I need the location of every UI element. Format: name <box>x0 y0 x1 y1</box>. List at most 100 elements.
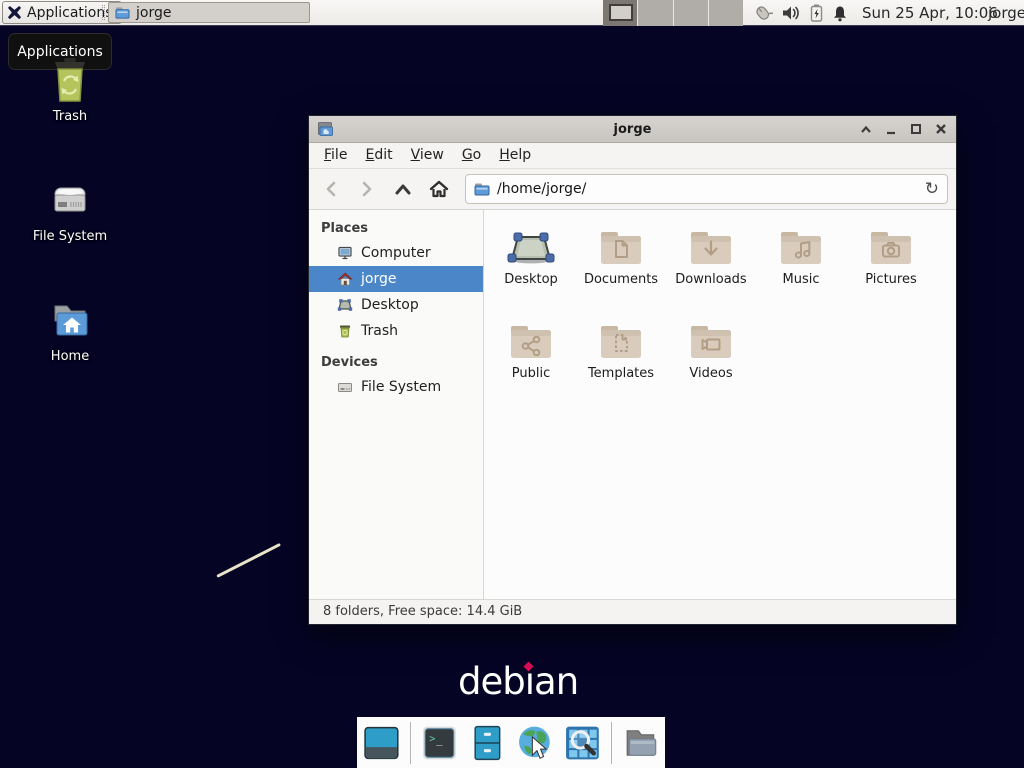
desktop-icon-trash[interactable]: Trash <box>25 56 115 124</box>
sidebar-item-label: Desktop <box>361 297 419 313</box>
panel-clock[interactable]: Sun 25 Apr, 10:06 <box>862 0 998 26</box>
applications-menu-label: Applications <box>27 5 113 21</box>
toolbar: /home/jorge/ ↻ <box>309 169 956 210</box>
menu-edit[interactable]: Edit <box>356 143 401 168</box>
debian-logo-text: an <box>534 660 578 703</box>
desktop-small-icon <box>337 297 353 313</box>
file-item-pictures[interactable]: Pictures <box>846 228 936 322</box>
desktop-icon-label: Trash <box>25 109 115 124</box>
menu-go[interactable]: Go <box>453 143 490 168</box>
file-item-videos[interactable]: Videos <box>666 322 756 416</box>
debian-logo-text: deb <box>458 660 525 703</box>
titlebar[interactable]: jorge <box>309 116 956 143</box>
sidebar-item-label: File System <box>361 379 441 395</box>
menu-file[interactable]: File <box>315 143 356 168</box>
file-item-desktop[interactable]: Desktop <box>486 228 576 322</box>
file-item-templates[interactable]: Templates <box>576 322 666 416</box>
battery-icon[interactable] <box>810 4 823 22</box>
panel-grip[interactable] <box>102 5 105 20</box>
sidebar-devices-header: Devices <box>309 352 483 374</box>
debian-logo: debıan <box>458 660 578 703</box>
desktop-icon-home[interactable]: Home <box>25 296 115 364</box>
panel-username[interactable]: jorge <box>988 0 1024 26</box>
menu-help[interactable]: Help <box>490 143 540 168</box>
trash-small-icon <box>337 323 353 339</box>
path-folder-icon <box>474 181 490 197</box>
back-button[interactable] <box>317 175 345 203</box>
up-button[interactable] <box>389 175 417 203</box>
file-item-downloads[interactable]: Downloads <box>666 228 756 322</box>
home-folder-icon <box>46 296 94 344</box>
desktop-icon-label: Home <box>25 349 115 364</box>
sidebar-item-desktop[interactable]: Desktop <box>309 292 483 318</box>
show-desktop-icon[interactable] <box>362 723 401 763</box>
desktop-icon-file-system[interactable]: File System <box>25 176 115 244</box>
close-button[interactable] <box>933 122 948 137</box>
taskbar-window-button[interactable]: jorge <box>108 2 310 23</box>
svg-text:>: > <box>429 733 435 744</box>
file-item-documents[interactable]: Documents <box>576 228 666 322</box>
file-item-music[interactable]: Music <box>756 228 846 322</box>
sidebar-item-label: Computer <box>361 245 431 261</box>
workspace-1-active[interactable] <box>603 0 637 26</box>
file-label: Public <box>486 366 576 381</box>
forward-button[interactable] <box>353 175 381 203</box>
terminal-icon[interactable]: > _ <box>420 723 459 763</box>
menubar: File Edit View Go Help <box>309 143 956 169</box>
svg-text:_: _ <box>436 735 443 746</box>
file-cabinet-icon[interactable] <box>468 723 507 763</box>
file-label: Pictures <box>846 272 936 287</box>
bottom-dock: > _ <box>357 717 665 768</box>
file-item-public[interactable]: Public <box>486 322 576 416</box>
notifications-bell-icon[interactable] <box>832 5 848 22</box>
path-text[interactable]: /home/jorge/ <box>497 181 918 197</box>
home-button[interactable] <box>425 175 453 203</box>
file-label: Downloads <box>666 272 756 287</box>
shade-button[interactable] <box>858 122 873 137</box>
reload-icon[interactable]: ↻ <box>925 181 939 198</box>
directory-menu-icon[interactable] <box>621 723 660 763</box>
workspace-switcher <box>603 0 743 26</box>
workspace-2[interactable] <box>637 0 672 26</box>
file-label: Templates <box>576 366 666 381</box>
menu-view[interactable]: View <box>402 143 453 168</box>
computer-icon <box>337 245 353 261</box>
file-label: Desktop <box>486 272 576 287</box>
location-bar[interactable]: /home/jorge/ ↻ <box>465 174 948 204</box>
top-panel: Applications jorge <box>0 0 1024 26</box>
documents-folder-icon <box>597 228 645 268</box>
workspace-window-thumb <box>609 4 633 21</box>
public-folder-icon <box>507 322 555 362</box>
trash-icon <box>46 56 94 104</box>
file-label: Documents <box>576 272 666 287</box>
videos-folder-icon <box>687 322 735 362</box>
volume-icon[interactable] <box>782 5 801 21</box>
desktop-icon-label: File System <box>25 229 115 244</box>
sidebar-item-file-system[interactable]: File System <box>309 374 483 400</box>
sidebar-item-jorge[interactable]: jorge <box>309 266 483 292</box>
file-view[interactable]: Desktop Documents Downloads <box>484 210 956 599</box>
dock-separator <box>410 722 411 764</box>
applications-menu-icon <box>7 5 22 20</box>
templates-folder-icon <box>597 322 645 362</box>
dock-separator <box>611 722 612 764</box>
workspace-4[interactable] <box>708 0 743 26</box>
web-browser-icon[interactable] <box>516 723 555 763</box>
pictures-folder-icon <box>867 228 915 268</box>
desktop-trapezoid-icon <box>507 228 555 268</box>
workspace-3[interactable] <box>673 0 708 26</box>
mouse-icon[interactable] <box>751 3 773 23</box>
maximize-button[interactable] <box>908 122 923 137</box>
app-finder-icon[interactable] <box>563 723 602 763</box>
sidebar-item-computer[interactable]: Computer <box>309 240 483 266</box>
drive-small-icon <box>337 379 353 395</box>
sidebar-item-label: jorge <box>361 271 396 287</box>
sidebar: Places Computer jorge <box>309 210 484 599</box>
minimize-button[interactable] <box>883 122 898 137</box>
downloads-folder-icon <box>687 228 735 268</box>
statusbar-text: 8 folders, Free space: 14.4 GiB <box>323 604 522 619</box>
sidebar-item-label: Trash <box>361 323 398 339</box>
file-manager-window: jorge File Edit View Go Help <box>308 115 957 625</box>
sidebar-item-trash[interactable]: Trash <box>309 318 483 344</box>
sidebar-places-header: Places <box>309 218 483 240</box>
